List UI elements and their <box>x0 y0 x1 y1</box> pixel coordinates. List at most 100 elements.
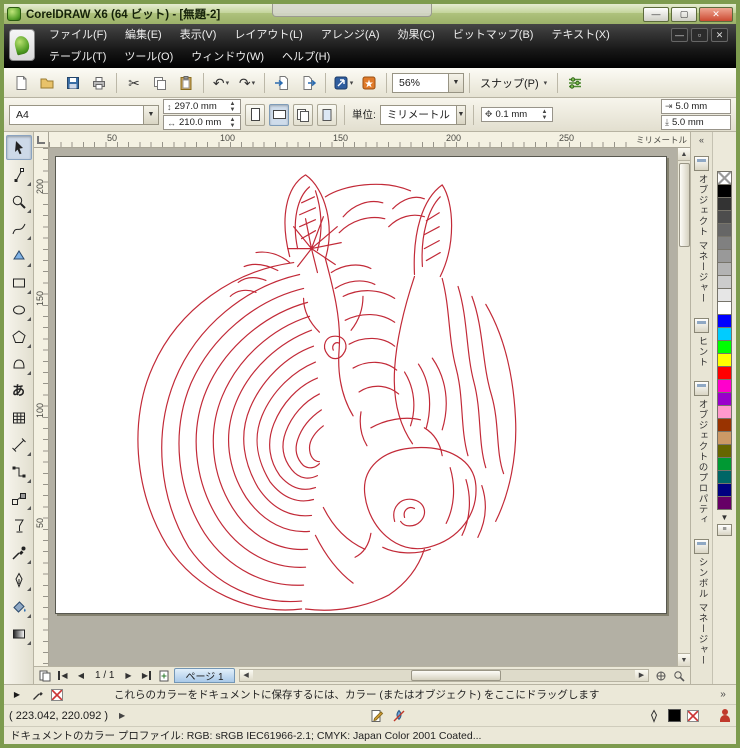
all-pages-button[interactable] <box>293 104 313 126</box>
export-icon[interactable] <box>296 71 320 95</box>
color-swatch[interactable] <box>717 184 732 198</box>
edit-document-icon[interactable] <box>369 708 385 724</box>
remote-session-tab[interactable] <box>272 4 432 17</box>
palette-scroll-down-icon[interactable]: ▼ <box>717 513 732 522</box>
height-spinner[interactable]: ▲▼ <box>228 117 237 129</box>
undo-icon[interactable]: ↶▾ <box>209 71 233 95</box>
docker-tab[interactable]: ヒント <box>694 318 709 368</box>
page-tab[interactable]: ページ 1 <box>174 668 234 683</box>
landscape-button[interactable] <box>269 104 289 126</box>
menu-item[interactable]: ビットマップ(B) <box>444 24 543 46</box>
tool-basic-shapes[interactable] <box>6 351 32 376</box>
welcome-screen-icon[interactable] <box>357 71 381 95</box>
coreldraw-logo-icon[interactable] <box>9 29 35 61</box>
ruler-origin-button[interactable] <box>34 132 49 147</box>
color-swatch[interactable] <box>717 171 732 185</box>
page-height-field[interactable]: ↔ 210.0 mm ▲▼ <box>163 115 241 130</box>
color-swatch[interactable] <box>717 405 732 419</box>
page-canvas[interactable] <box>55 156 667 614</box>
eyedropper-status-icon[interactable] <box>30 687 46 703</box>
h-ruler[interactable]: 50100150200250 <box>49 132 632 147</box>
tool-fill[interactable] <box>6 594 32 619</box>
menu-item[interactable]: アレンジ(A) <box>312 24 389 46</box>
color-swatch[interactable] <box>717 418 732 432</box>
menu-item[interactable]: ファイル(F) <box>40 24 116 46</box>
tool-pick[interactable] <box>6 135 32 160</box>
color-swatch[interactable] <box>717 210 732 224</box>
add-page-button[interactable] <box>156 669 172 683</box>
tool-zoom[interactable] <box>6 189 32 214</box>
color-swatch[interactable] <box>717 392 732 406</box>
portrait-button[interactable] <box>245 104 265 126</box>
docker-tab[interactable]: オブジェクト マネージャー <box>694 156 709 304</box>
nudge-field[interactable]: ✥ 0.1 mm ▲▼ <box>481 107 553 122</box>
color-swatch[interactable] <box>717 197 732 211</box>
horizontal-scrollbar[interactable]: ◀ ▶ <box>239 669 649 682</box>
page-size-combo[interactable]: A4 ▼ <box>9 105 159 125</box>
tool-shape[interactable] <box>6 162 32 187</box>
tool-color-eyedropper[interactable] <box>6 540 32 565</box>
color-swatch[interactable] <box>717 496 732 510</box>
zoom-combo-arrow-icon[interactable]: ▼ <box>448 74 463 92</box>
paste-icon[interactable] <box>174 71 198 95</box>
tool-freehand[interactable] <box>6 216 32 241</box>
units-arrow-icon[interactable]: ▼ <box>456 106 465 124</box>
color-swatch[interactable] <box>717 431 732 445</box>
import-icon[interactable] <box>270 71 294 95</box>
page-size-arrow-icon[interactable]: ▼ <box>143 106 158 124</box>
scroll-left-icon[interactable]: ◀ <box>240 670 253 681</box>
color-swatch[interactable] <box>717 249 732 263</box>
print-icon[interactable] <box>87 71 111 95</box>
hint-expand-icon[interactable]: » <box>715 687 731 703</box>
color-swatch[interactable] <box>717 275 732 289</box>
current-page-button[interactable] <box>317 104 337 126</box>
color-swatch[interactable] <box>717 314 732 328</box>
menu-item[interactable]: テキスト(X) <box>542 24 618 46</box>
width-spinner[interactable]: ▲▼ <box>228 101 237 113</box>
palette-flyout-icon[interactable]: ≡ <box>717 524 732 536</box>
page-width-field[interactable]: ↕ 297.0 mm ▲▼ <box>163 99 241 114</box>
tool-parallel-dimension[interactable] <box>6 432 32 457</box>
playback-icon[interactable]: ▶ <box>9 687 25 703</box>
tool-interactive-fill[interactable] <box>6 621 32 646</box>
color-swatch[interactable] <box>717 366 732 380</box>
tool-connector[interactable] <box>6 459 32 484</box>
color-swatch[interactable] <box>717 236 732 250</box>
page-sorter-icon[interactable] <box>37 669 53 683</box>
color-swatch[interactable] <box>717 223 732 237</box>
color-swatch[interactable] <box>717 301 732 315</box>
color-swatch[interactable] <box>717 262 732 276</box>
color-swatch[interactable] <box>717 288 732 302</box>
tool-blend[interactable] <box>6 486 32 511</box>
tool-text[interactable]: あ <box>6 378 32 403</box>
scroll-right-icon[interactable]: ▶ <box>635 670 648 681</box>
vertical-scroll-thumb[interactable] <box>679 163 690 247</box>
cut-icon[interactable]: ✂ <box>122 71 146 95</box>
doc-restore-icon[interactable]: ▫ <box>691 28 708 42</box>
tool-smart-fill[interactable] <box>6 243 32 268</box>
menu-item[interactable]: テーブル(T) <box>40 46 115 68</box>
copy-icon[interactable] <box>148 71 172 95</box>
color-swatch[interactable] <box>717 353 732 367</box>
options-icon[interactable] <box>563 71 587 95</box>
scroll-down-icon[interactable]: ▼ <box>678 653 690 666</box>
sign-in-icon[interactable] <box>719 709 731 723</box>
tool-ellipse[interactable] <box>6 297 32 322</box>
color-swatch[interactable] <box>717 457 732 471</box>
open-icon[interactable] <box>35 71 59 95</box>
docker-tab[interactable]: シンボル マネージャー <box>694 539 709 666</box>
v-ruler[interactable]: 20015010050 <box>34 148 49 666</box>
color-swatch[interactable] <box>717 340 732 354</box>
snap-dropdown[interactable]: スナップ(P) ▾ <box>475 73 552 93</box>
tool-outline-pen[interactable] <box>6 567 32 592</box>
first-page-button[interactable]: ◀ <box>55 669 71 683</box>
application-launcher-icon[interactable]: ▾ <box>331 71 355 95</box>
docker-collapse-icon[interactable]: « <box>693 134 711 148</box>
horizontal-scroll-thumb[interactable] <box>411 670 501 681</box>
pan-tool-icon[interactable] <box>653 669 669 683</box>
menu-item[interactable]: ツール(O) <box>115 46 182 68</box>
doc-minimize-icon[interactable]: — <box>671 28 688 42</box>
tool-polygon[interactable] <box>6 324 32 349</box>
docker-tab[interactable]: オブジェクトのプロパティ <box>694 381 709 525</box>
tool-table[interactable] <box>6 405 32 430</box>
